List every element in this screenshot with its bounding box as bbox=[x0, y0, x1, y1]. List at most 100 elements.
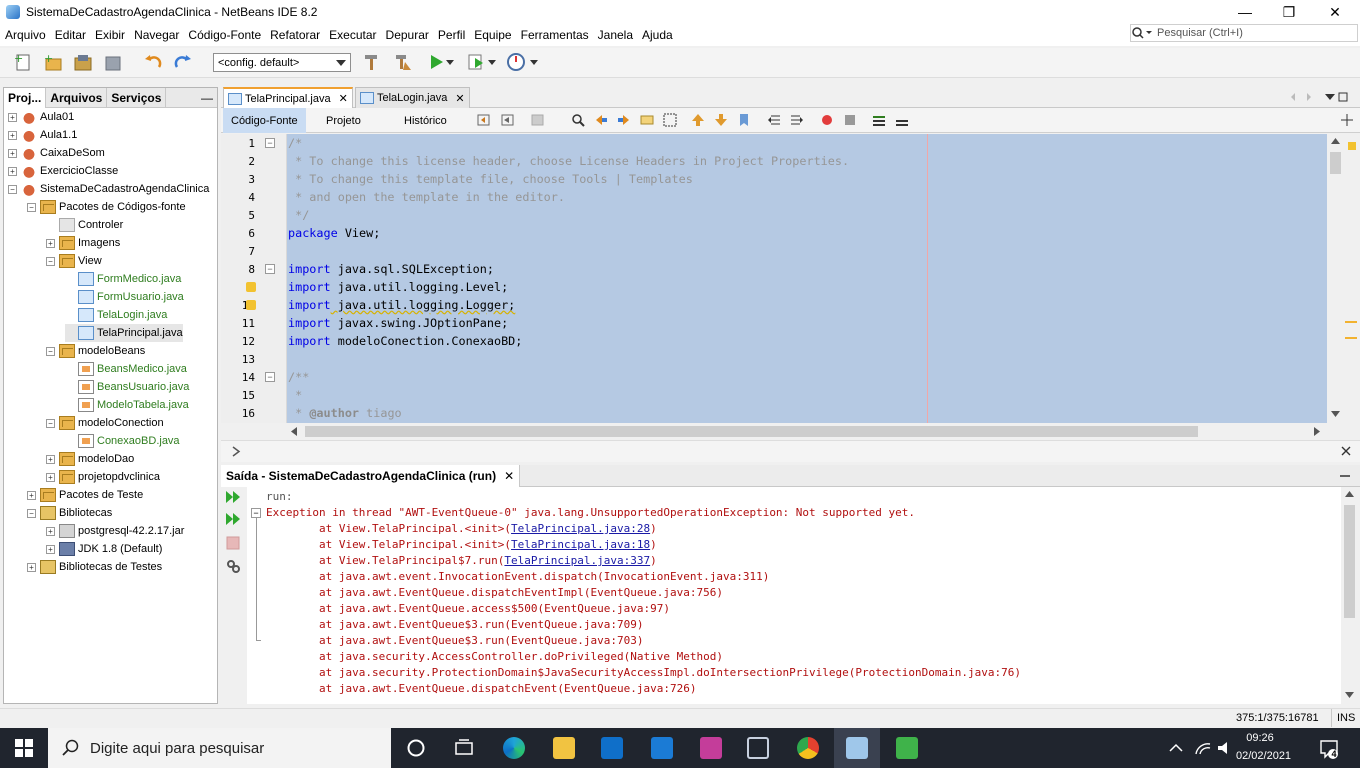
fold-icon[interactable]: − bbox=[265, 138, 275, 148]
output-tab[interactable]: Saída - SistemaDeCadastroAgendaClinica (… bbox=[221, 465, 521, 487]
tree-item[interactable]: TelaLogin.java bbox=[65, 306, 167, 324]
debug-dropdown-icon[interactable] bbox=[485, 51, 499, 73]
camtasia-icon[interactable] bbox=[896, 737, 918, 759]
tree-item[interactable]: + postgresql-42.2.17.jar bbox=[46, 522, 184, 540]
menu-equipe[interactable]: Equipe bbox=[474, 28, 511, 42]
microsoft-store-icon[interactable] bbox=[601, 737, 623, 759]
split-editor-icon[interactable] bbox=[1340, 113, 1354, 127]
previous-bookmark-icon[interactable] bbox=[691, 113, 705, 127]
mail-icon[interactable] bbox=[651, 737, 673, 759]
tree-item[interactable]: + Aula1.1 bbox=[8, 126, 77, 144]
expand-icon[interactable]: + bbox=[27, 490, 36, 500]
close-project-icon[interactable] bbox=[102, 51, 124, 73]
tree-item[interactable]: + Bibliotecas de Testes bbox=[27, 558, 162, 576]
volume-icon[interactable] bbox=[1216, 740, 1234, 756]
rerun-with-params-icon[interactable] bbox=[225, 512, 241, 526]
tab-services[interactable]: Serviços bbox=[107, 87, 167, 108]
stop-macro-icon[interactable] bbox=[843, 113, 857, 127]
rectangular-selection-icon[interactable] bbox=[663, 113, 677, 127]
collapse-icon[interactable]: − bbox=[46, 418, 55, 428]
subtab-design[interactable]: Projeto bbox=[318, 108, 369, 133]
run-dropdown-icon[interactable] bbox=[443, 51, 457, 73]
tree-item[interactable]: + Pacotes de Teste bbox=[27, 486, 143, 504]
panel-minimize-button[interactable]: — bbox=[197, 88, 217, 108]
redo-icon[interactable] bbox=[172, 51, 194, 73]
tree-item[interactable]: − View bbox=[46, 252, 102, 270]
app-w-icon[interactable] bbox=[700, 737, 722, 759]
search-input[interactable]: Pesquisar (Ctrl+I) bbox=[1130, 24, 1358, 42]
profile-icon[interactable] bbox=[505, 51, 527, 73]
warning-stripe-mark[interactable] bbox=[1345, 337, 1357, 339]
back-icon[interactable] bbox=[501, 113, 515, 127]
tree-item[interactable]: + projetopdvclinica bbox=[46, 468, 160, 486]
stacktrace-link[interactable]: TelaPrincipal.java:28 bbox=[511, 522, 650, 535]
comment-icon[interactable] bbox=[872, 113, 886, 127]
error-stripe[interactable] bbox=[1344, 134, 1360, 423]
virtualbox-cube-icon[interactable] bbox=[747, 737, 769, 759]
file-explorer-icon[interactable] bbox=[553, 737, 575, 759]
scrollbar-thumb[interactable] bbox=[305, 426, 1198, 437]
expand-icon[interactable]: + bbox=[46, 238, 55, 248]
netbeans-taskbar-icon[interactable] bbox=[846, 737, 868, 759]
tree-item[interactable]: − modeloBeans bbox=[46, 342, 145, 360]
tab-telalogin[interactable]: TelaLogin.java ✕ bbox=[355, 87, 470, 108]
subtab-source[interactable]: Código-Fonte bbox=[223, 108, 306, 133]
stacktrace-link[interactable]: TelaPrincipal.java:18 bbox=[511, 538, 650, 551]
tree-item[interactable]: + ExercicioClasse bbox=[8, 162, 118, 180]
scroll-down-icon[interactable] bbox=[1345, 692, 1354, 698]
rerun-icon[interactable] bbox=[225, 490, 241, 504]
stop-icon[interactable] bbox=[226, 536, 240, 550]
scroll-down-icon[interactable] bbox=[1331, 411, 1340, 417]
scrollbar-thumb[interactable] bbox=[1344, 505, 1355, 618]
tree-item[interactable]: TelaPrincipal.java bbox=[65, 324, 183, 342]
menu-ajuda[interactable]: Ajuda bbox=[642, 28, 673, 42]
show-hidden-icons-icon[interactable] bbox=[1168, 742, 1184, 754]
task-view-icon[interactable] bbox=[453, 737, 475, 759]
expand-icon[interactable]: + bbox=[8, 166, 17, 176]
find-next-icon[interactable] bbox=[617, 113, 631, 127]
close-output-icon[interactable]: ✕ bbox=[504, 469, 514, 483]
cortana-icon[interactable] bbox=[405, 737, 427, 759]
fold-icon[interactable]: − bbox=[265, 264, 275, 274]
scrollbar-thumb[interactable] bbox=[1330, 152, 1341, 174]
close-button[interactable]: ✕ bbox=[1312, 0, 1358, 24]
editor-nav-arrows-icon[interactable] bbox=[1289, 91, 1349, 103]
chevron-right-icon[interactable] bbox=[231, 446, 241, 457]
scroll-up-icon[interactable] bbox=[1331, 138, 1340, 144]
uncomment-icon[interactable] bbox=[895, 113, 909, 127]
expand-icon[interactable]: + bbox=[46, 454, 55, 464]
tab-projects[interactable]: Proj... bbox=[4, 87, 47, 108]
expand-icon[interactable]: + bbox=[46, 472, 55, 482]
warning-marker[interactable] bbox=[1348, 142, 1356, 150]
tab-files[interactable]: Arquivos bbox=[46, 87, 108, 108]
minimize-button[interactable]: — bbox=[1222, 0, 1268, 24]
open-project-icon[interactable] bbox=[72, 51, 94, 73]
menu-arquivo[interactable]: Arquivo bbox=[5, 28, 46, 42]
tree-item[interactable]: − SistemaDeCadastroAgendaClinica bbox=[8, 180, 209, 198]
edge-browser-icon[interactable] bbox=[503, 737, 525, 759]
tree-item[interactable]: − Pacotes de Códigos-fonte bbox=[27, 198, 186, 216]
toggle-highlight-icon[interactable] bbox=[640, 113, 654, 127]
debug-icon[interactable] bbox=[465, 51, 487, 73]
output-console[interactable]: − run: Exception in thread "AWT-EventQueu… bbox=[247, 487, 1341, 704]
menu-ferramentas[interactable]: Ferramentas bbox=[521, 28, 589, 42]
warning-icon[interactable] bbox=[246, 300, 256, 310]
tree-item[interactable]: + JDK 1.8 (Default) bbox=[46, 540, 162, 558]
menu-janela[interactable]: Janela bbox=[598, 28, 633, 42]
expand-icon[interactable]: + bbox=[27, 562, 36, 572]
find-icon[interactable] bbox=[571, 113, 585, 127]
close-navigator-icon[interactable] bbox=[1341, 446, 1351, 456]
minimize-output-icon[interactable] bbox=[1340, 472, 1350, 480]
start-macro-icon[interactable] bbox=[820, 113, 834, 127]
output-scrollbar[interactable] bbox=[1341, 487, 1358, 704]
undo-icon[interactable] bbox=[142, 51, 164, 73]
menu-exibir[interactable]: Exibir bbox=[95, 28, 125, 42]
windows-start-icon[interactable] bbox=[15, 739, 33, 757]
menu-depurar[interactable]: Depurar bbox=[386, 28, 429, 42]
collapse-icon[interactable]: − bbox=[46, 346, 55, 356]
expand-icon[interactable]: + bbox=[8, 130, 17, 140]
chrome-icon[interactable] bbox=[797, 737, 819, 759]
menu-editar[interactable]: Editar bbox=[55, 28, 86, 42]
tree-item[interactable]: BeansMedico.java bbox=[65, 360, 187, 378]
expand-icon[interactable]: + bbox=[8, 112, 17, 122]
